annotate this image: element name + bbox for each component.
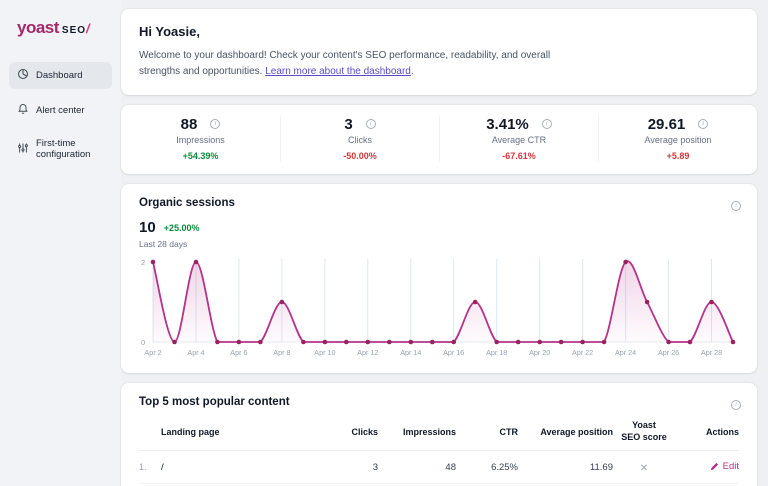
seo-score-cell: ✕ [613, 458, 675, 476]
sidebar-item-alert-center[interactable]: Alert center [9, 97, 112, 124]
logo-yoast-text: yoast [17, 18, 59, 37]
logo-seo-text: SEO [61, 25, 87, 36]
stat-value: 3 [344, 116, 353, 133]
table-row: 1. / 3 48 6.25% 11.69 ✕ Edit [139, 451, 739, 485]
info-icon[interactable] [541, 119, 552, 129]
header-ctr: CTR [499, 426, 519, 437]
header-yoast-seo-score: Yoast SEO score [621, 420, 667, 442]
stat-delta: +5.89 [666, 151, 690, 161]
stat-delta: -67.61% [502, 151, 536, 161]
seo-score-none-icon: ✕ [639, 463, 649, 475]
svg-text:Apr 2: Apr 2 [144, 348, 161, 357]
svg-text:Apr 4: Apr 4 [187, 348, 204, 357]
svg-text:0: 0 [141, 338, 145, 347]
sessions-delta: +25.00% [163, 222, 200, 233]
svg-text:Apr 10: Apr 10 [314, 348, 335, 357]
impressions-value: 48 [445, 461, 456, 473]
svg-text:2: 2 [141, 258, 145, 267]
stat-average-position: 29.61 Average position +5.89 [598, 116, 757, 161]
stat-clicks: 3 Clicks -50.00% [280, 116, 439, 161]
stat-average-ctr: 3.41% Average CTR -67.61% [439, 116, 598, 161]
edit-label: Edit [722, 461, 739, 473]
svg-text:Apr 20: Apr 20 [529, 348, 550, 357]
main-content: Hi Yoasie, Welcome to your dashboard! Ch… [121, 0, 757, 486]
svg-text:Apr 12: Apr 12 [357, 348, 378, 357]
info-icon[interactable] [698, 119, 709, 129]
welcome-period: . [410, 65, 414, 77]
position-value: 11.69 [589, 461, 613, 473]
svg-text:Apr 26: Apr 26 [658, 348, 679, 357]
bell-icon [17, 103, 29, 118]
sidebar-item-label: Alert center [36, 105, 85, 116]
stat-label: Average CTR [491, 135, 547, 145]
stat-value: 88 [180, 116, 198, 133]
info-icon[interactable] [731, 400, 741, 410]
info-icon[interactable] [731, 201, 741, 211]
sidebar-item-label: First-time configuration [36, 138, 91, 160]
table-title: Top 5 most popular content [139, 396, 290, 408]
header-impressions: Impressions [402, 426, 456, 437]
yoast-seo-logo: yoast SEO/ [17, 18, 112, 38]
svg-text:Apr 6: Apr 6 [230, 348, 247, 357]
stat-delta: +54.39% [182, 151, 219, 161]
svg-text:Apr 14: Apr 14 [400, 348, 421, 357]
table-header-row: Landing page Clicks Impressions CTR Aver… [139, 416, 739, 452]
edit-button[interactable]: Edit [710, 461, 739, 472]
organic-sessions-chart: 0 2 Apr 2 Apr 4 Apr 6 Apr 8 Apr 10 Apr 12 Apr 14… [141, 258, 736, 357]
top-content-card: Top 5 most popular content Landing page … [121, 383, 757, 486]
welcome-card: Hi Yoasie, Welcome to your dashboard! Ch… [121, 9, 757, 95]
welcome-title: Hi Yoasie, [139, 24, 200, 39]
svg-text:Apr 18: Apr 18 [486, 348, 507, 357]
svg-text:Apr 8: Apr 8 [273, 348, 290, 357]
stat-value: 29.61 [647, 116, 686, 133]
sessions-period: Last 28 days [139, 239, 188, 249]
info-icon[interactable] [365, 119, 376, 129]
stats-card: 88 Impressions +54.39% 3 Clicks -50.00% … [121, 105, 757, 174]
sidebar-item-first-time-configuration[interactable]: First-time configuration [9, 132, 112, 166]
row-index: 1. [139, 462, 147, 473]
stat-impressions: 88 Impressions +54.39% [121, 116, 280, 161]
welcome-text: Welcome to your dashboard! Check your co… [139, 48, 569, 79]
stat-delta: -50.00% [343, 151, 377, 161]
learn-more-link[interactable]: Learn more about the dashboard [265, 66, 411, 77]
logo-slash: / [86, 21, 90, 36]
gauge-icon [17, 68, 29, 83]
stat-value: 3.41% [486, 116, 529, 133]
landing-page: / [161, 461, 164, 473]
info-icon[interactable] [210, 119, 221, 129]
svg-text:Apr 16: Apr 16 [443, 348, 464, 357]
sessions-total: 10 [139, 219, 156, 236]
header-average-position: Average position [540, 426, 613, 437]
sidebar-item-label: Dashboard [36, 70, 83, 81]
chart-title: Organic sessions [139, 197, 235, 209]
svg-text:Apr 22: Apr 22 [572, 348, 593, 357]
ctr-value: 6.25% [491, 461, 518, 473]
pencil-icon [710, 463, 718, 471]
sidebar: yoast SEO/ Dashboard Alert center First-… [0, 0, 121, 486]
header-actions: Actions [705, 426, 739, 437]
stat-label: Impressions [176, 135, 225, 145]
header-clicks: Clicks [351, 426, 378, 437]
sliders-icon [17, 142, 29, 157]
organic-sessions-card: Organic sessions 10 +25.00% Last 28 days… [121, 184, 757, 373]
stat-label: Clicks [348, 135, 372, 145]
svg-text:Apr 28: Apr 28 [701, 348, 722, 357]
clicks-value: 3 [372, 461, 378, 473]
sidebar-item-dashboard[interactable]: Dashboard [9, 62, 112, 89]
svg-text:Apr 24: Apr 24 [615, 348, 636, 357]
stat-label: Average position [644, 135, 712, 145]
header-landing-page: Landing page [161, 426, 220, 437]
